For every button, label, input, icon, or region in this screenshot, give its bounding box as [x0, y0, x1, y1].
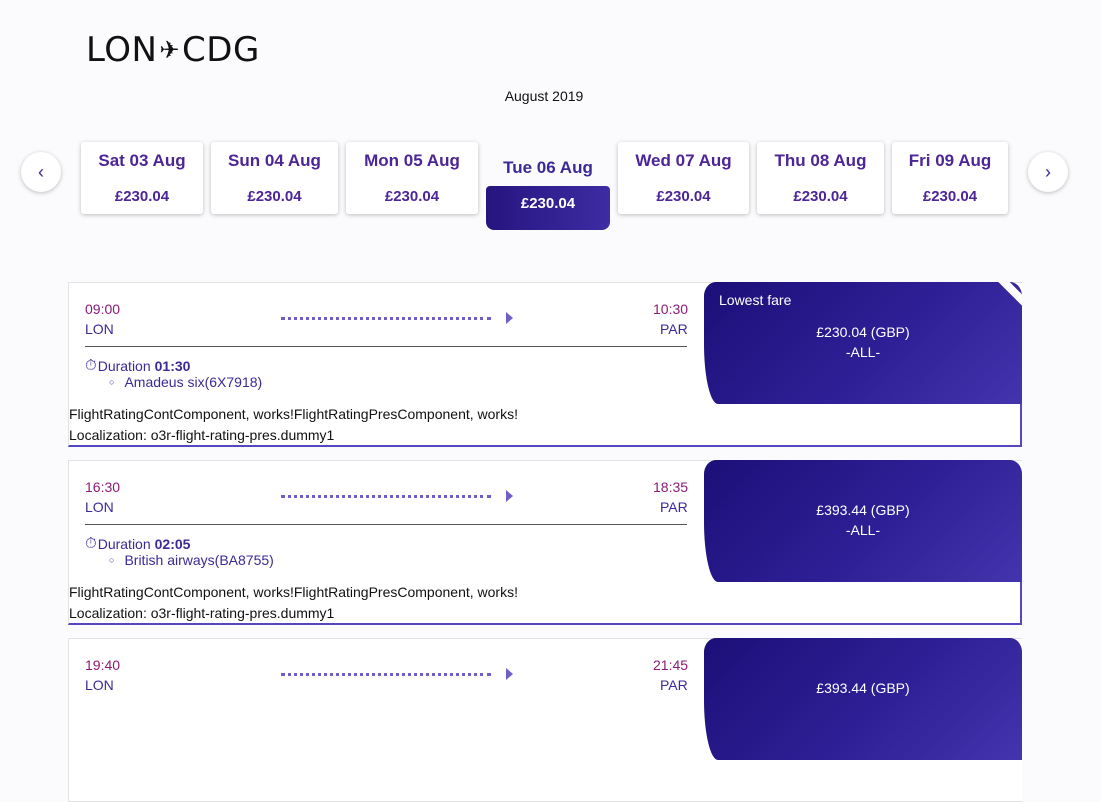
day-card-tue-06-selected[interactable]: Tue 06 Aug £230.04 — [486, 152, 610, 230]
day-card-fri-09[interactable]: Fri 09 Aug £230.04 — [892, 142, 1008, 214]
arrival-time: 10:30 — [653, 301, 689, 317]
flight-rating-text: FlightRatingContComponent, works!FlightR… — [69, 584, 518, 600]
lowest-fare-badge: Lowest fare — [719, 292, 792, 308]
day-price: £230.04 — [247, 188, 302, 205]
route-arrow-icon — [506, 668, 513, 680]
plane-icon: ✈ — [159, 36, 181, 64]
flight-card[interactable]: 09:00 LON 10:30 PAR ⏱Duration01:30 Amade… — [68, 282, 1022, 447]
day-card-wed-07[interactable]: Wed 07 Aug £230.04 — [618, 142, 749, 214]
day-card-mon-05[interactable]: Mon 05 Aug £230.04 — [346, 142, 478, 214]
chevron-right-icon: › — [1045, 161, 1051, 182]
card-border — [1020, 581, 1022, 625]
day-price: £230.04 — [656, 188, 711, 205]
fare-price: £393.44 (GBP) — [816, 680, 910, 696]
origin-code: LON — [86, 30, 158, 70]
departure-city: LON — [85, 321, 114, 337]
arrival-time: 18:35 — [653, 479, 689, 495]
fare-price: £393.44 (GBP) — [816, 502, 910, 518]
card-border — [1020, 403, 1022, 447]
day-label: Sat 03 Aug — [98, 151, 186, 170]
route-arrow-icon — [506, 490, 513, 502]
arrival-time: 21:45 — [653, 657, 689, 673]
next-dates-button[interactable]: › — [1028, 152, 1068, 192]
flight-card[interactable]: 19:40 LON 21:45 PAR £393.44 (GBP) — [68, 638, 1022, 802]
flight-rating-text: FlightRatingContComponent, works!FlightR… — [69, 406, 518, 422]
duration-value: 01:30 — [154, 357, 191, 374]
flight-card[interactable]: 16:30 LON 18:35 PAR ⏱Duration02:05 Briti… — [68, 460, 1022, 625]
carrier-item: Amadeus six(6X7918) — [109, 374, 262, 390]
fare-select-button[interactable]: £393.44 (GBP) — [704, 638, 1022, 760]
day-card-sun-04[interactable]: Sun 04 Aug £230.04 — [211, 142, 338, 214]
departure-city: LON — [85, 677, 114, 693]
day-label: Mon 05 Aug — [364, 151, 460, 170]
departure-time: 16:30 — [85, 479, 121, 495]
day-label: Fri 09 Aug — [908, 151, 992, 170]
departure-time: 19:40 — [85, 657, 121, 673]
day-price: £230.04 — [793, 188, 848, 205]
day-price: £230.04 — [486, 186, 610, 230]
fare-select-button[interactable]: Lowest fare £230.04 (GBP) -ALL- — [704, 282, 1022, 404]
day-card-thu-08[interactable]: Thu 08 Aug £230.04 — [757, 142, 884, 214]
arrival-city: PAR — [660, 677, 688, 693]
previous-dates-button[interactable]: ‹ — [21, 152, 61, 192]
day-label: Tue 06 Aug — [503, 158, 593, 177]
route-line — [281, 673, 491, 676]
departure-time: 09:00 — [85, 301, 121, 317]
day-label: Thu 08 Aug — [774, 151, 867, 170]
fare-class: -ALL- — [845, 522, 881, 538]
route-line — [281, 317, 491, 320]
duration-label: Duration — [97, 535, 151, 552]
route-arrow-icon — [506, 312, 513, 324]
fare-price: £230.04 (GBP) — [816, 324, 910, 340]
day-price: £230.04 — [384, 188, 440, 205]
arrival-city: PAR — [660, 321, 688, 337]
arrival-city: PAR — [660, 499, 688, 515]
divider — [85, 524, 687, 525]
duration-label: Duration — [97, 357, 151, 374]
duration-value: 02:05 — [154, 535, 191, 552]
day-label: Wed 07 Aug — [635, 151, 732, 170]
localization-text: Localization: o3r-flight-rating-pres.dum… — [69, 427, 335, 443]
duration: ⏱ Duration 02:05 — [85, 535, 190, 552]
month-label: August 2019 — [504, 88, 584, 104]
destination-code: CDG — [182, 30, 260, 70]
carrier-item: British airways(BA8755) — [109, 552, 273, 568]
day-card-sat-03[interactable]: Sat 03 Aug £230.04 — [81, 142, 203, 214]
day-price: £230.04 — [114, 188, 170, 205]
chevron-left-icon: ‹ — [38, 161, 44, 182]
route-title: LON ✈ CDG — [86, 30, 260, 70]
fare-select-button[interactable]: £393.44 (GBP) -ALL- — [704, 460, 1022, 582]
fare-class: -ALL- — [845, 344, 881, 360]
departure-city: LON — [85, 499, 114, 515]
localization-text: Localization: o3r-flight-rating-pres.dum… — [69, 605, 335, 621]
route-line — [281, 495, 491, 498]
duration: ⏱ Duration 01:30 — [85, 357, 190, 374]
day-price: £230.04 — [922, 188, 978, 205]
day-label: Sun 04 Aug — [228, 151, 321, 170]
corner-ribbon — [989, 282, 1022, 317]
stopwatch-icon: ⏱ — [85, 535, 97, 552]
stopwatch-icon: ⏱ — [85, 357, 97, 374]
divider — [85, 346, 687, 347]
